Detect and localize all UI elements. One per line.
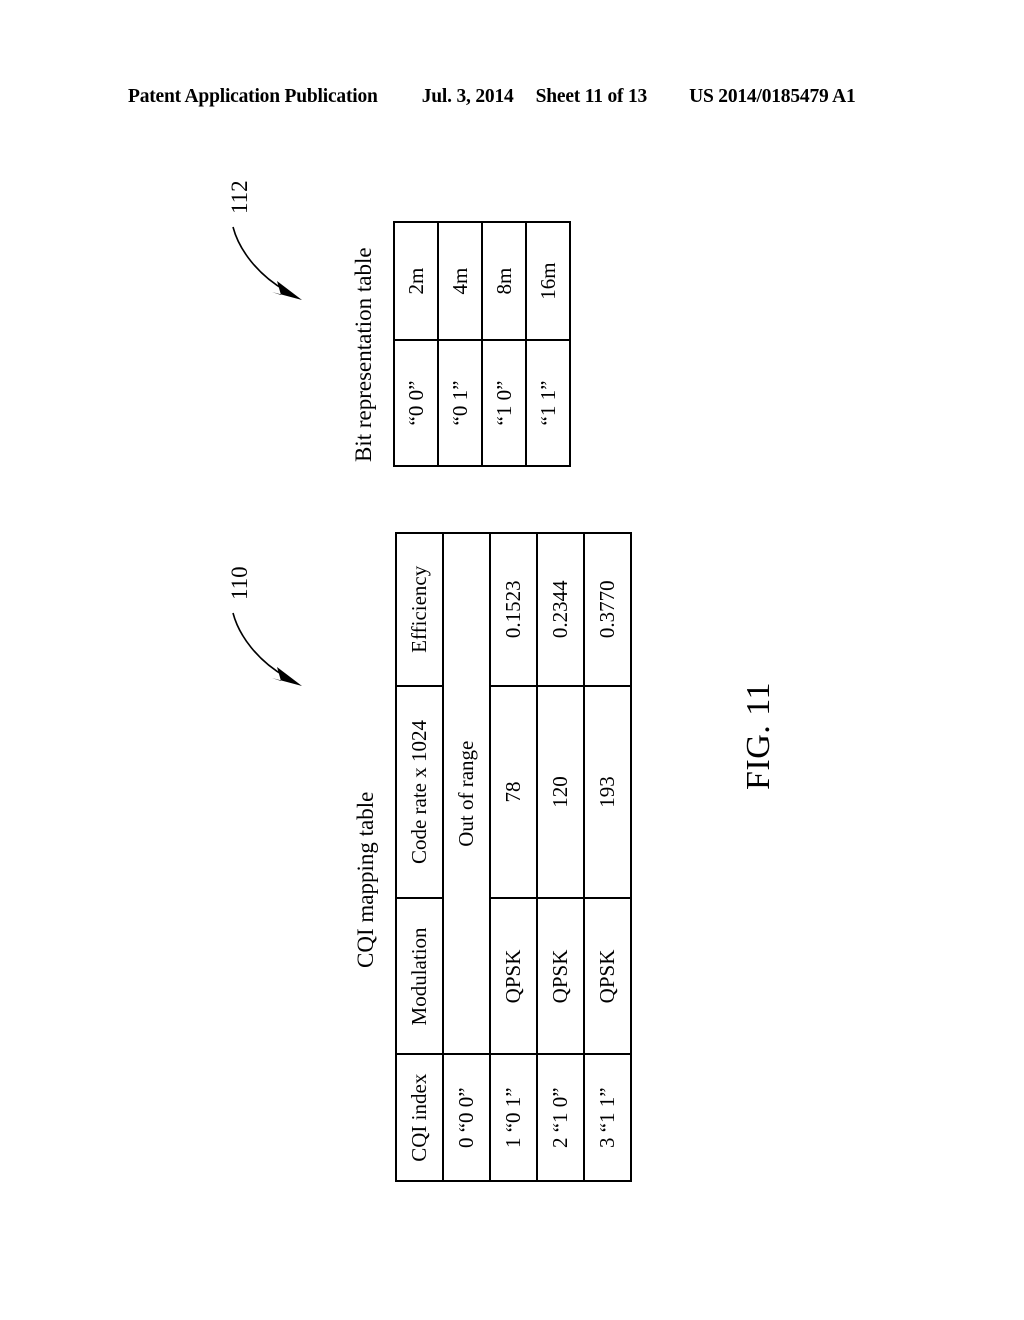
efficiency-cell: 0.2344 — [537, 533, 584, 686]
cqi-mapping-table: CQI index Modulation Code rate x 1024 Ef… — [395, 532, 632, 1182]
cqi-index-cell: 1 “0 1” — [490, 1054, 537, 1181]
cqi-index-cell: 0 “0 0” — [443, 1054, 490, 1181]
code-rate-cell: 78 — [490, 685, 537, 899]
bit-value-cell: 8m — [482, 222, 526, 341]
code-rate-cell: 120 — [537, 685, 584, 899]
bit-value-cell: 2m — [394, 222, 438, 341]
table-row: “1 0” 8m — [482, 222, 526, 466]
column-header-code-rate: Code rate x 1024 — [396, 685, 443, 899]
code-rate-cell: 193 — [584, 685, 631, 899]
cqi-index-cell: 3 “1 1” — [584, 1054, 631, 1181]
cqi-index-cell: 2 “1 0” — [537, 1054, 584, 1181]
bit-representation-table-group: “0 0” 2m “0 1” 4m “1 0” 8m “1 1” 16m — [393, 221, 571, 467]
table-row: 3 “1 1” QPSK 193 0.3770 — [584, 533, 631, 1181]
modulation-cell: QPSK — [537, 898, 584, 1055]
cqi-mapping-table-caption: CQI mapping table — [353, 791, 378, 968]
bit-code-cell: “1 1” — [526, 340, 570, 466]
figure-drawing-area: “0 0” 2m “0 1” 4m “1 0” 8m “1 1” 16m Bit… — [0, 0, 1024, 1320]
modulation-cell: QPSK — [490, 898, 537, 1055]
figure-label: FIG. 11 — [740, 681, 777, 790]
bit-representation-table-caption: Bit representation table — [351, 247, 376, 462]
bit-code-cell: “0 0” — [394, 340, 438, 466]
table-header-row: CQI index Modulation Code rate x 1024 Ef… — [396, 533, 443, 1181]
column-header-modulation: Modulation — [396, 898, 443, 1055]
bit-value-cell: 16m — [526, 222, 570, 341]
column-header-cqi-index: CQI index — [396, 1054, 443, 1181]
out-of-range-cell: Out of range — [443, 533, 490, 1055]
table-row: “0 1” 4m — [438, 222, 482, 466]
bit-code-cell: “1 0” — [482, 340, 526, 466]
efficiency-cell: 0.3770 — [584, 533, 631, 686]
table-row: 2 “1 0” QPSK 120 0.2344 — [537, 533, 584, 1181]
table-row: “0 0” 2m — [394, 222, 438, 466]
modulation-cell: QPSK — [584, 898, 631, 1055]
reference-numeral-110: 110 — [227, 566, 252, 600]
cqi-mapping-table-group: CQI index Modulation Code rate x 1024 Ef… — [395, 532, 632, 1182]
efficiency-cell: 0.1523 — [490, 533, 537, 686]
bit-code-cell: “0 1” — [438, 340, 482, 466]
table-row: 0 “0 0” Out of range — [443, 533, 490, 1181]
bit-representation-table: “0 0” 2m “0 1” 4m “1 0” 8m “1 1” 16m — [393, 221, 571, 467]
table-row: “1 1” 16m — [526, 222, 570, 466]
table-row: 1 “0 1” QPSK 78 0.1523 — [490, 533, 537, 1181]
reference-numeral-112: 112 — [227, 180, 252, 214]
bit-value-cell: 4m — [438, 222, 482, 341]
column-header-efficiency: Efficiency — [396, 533, 443, 686]
